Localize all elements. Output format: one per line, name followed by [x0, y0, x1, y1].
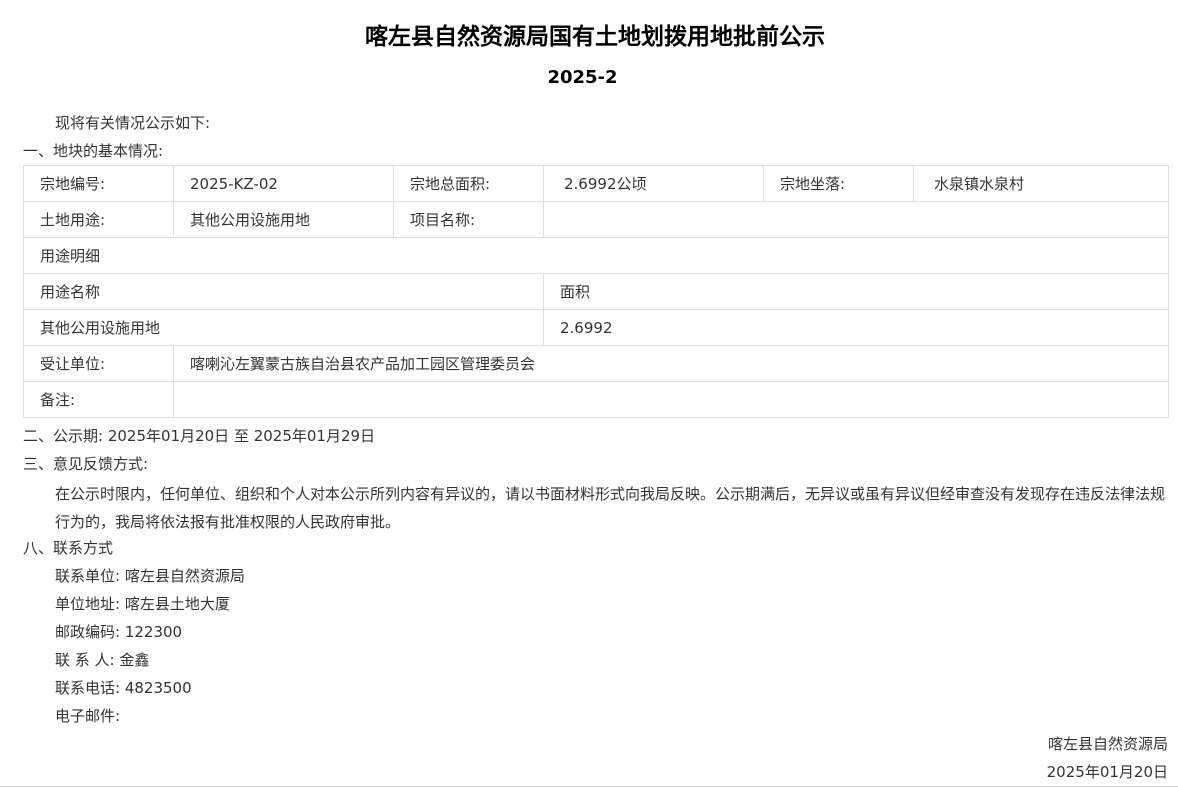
- use-name-value: 其他公用设施用地: [23, 309, 544, 346]
- table-row: 宗地编号: 2025-KZ-02 宗地总面积: 2.6992公顷 宗地坐落: 水…: [23, 165, 1169, 202]
- table-row: 其他公用设施用地 2.6992: [23, 309, 1169, 346]
- bottom-divider: [0, 786, 1178, 787]
- signature-date: 2025年01月20日: [1046, 763, 1168, 781]
- remarks-value: [173, 381, 1169, 418]
- intro-text: 现将有关情况公示如下:: [55, 114, 211, 132]
- use-detail-label: 用途明细: [23, 237, 1169, 274]
- location-value: 水泉镇水泉村: [913, 165, 1169, 202]
- section-8-heading: 八、联系方式: [23, 539, 114, 557]
- contact-person: 联 系 人: 金鑫: [55, 651, 150, 669]
- table-row: 土地用途: 其他公用设施用地 项目名称:: [23, 201, 1169, 238]
- parcel-no-value: 2025-KZ-02: [173, 165, 394, 202]
- section-2-publicity-period: 二、公示期: 2025年01月20日 至 2025年01月29日: [23, 427, 376, 445]
- contact-postcode: 邮政编码: 122300: [55, 623, 183, 641]
- contact-email: 电子邮件:: [55, 707, 121, 725]
- use-name-header: 用途名称: [23, 273, 544, 310]
- total-area-value: 2.6992公顷: [543, 165, 764, 202]
- parcel-no-label: 宗地编号:: [23, 165, 174, 202]
- land-use-value: 其他公用设施用地: [173, 201, 394, 238]
- contact-phone: 联系电话: 4823500: [55, 679, 192, 697]
- project-name-value: [543, 201, 1169, 238]
- table-row: 备注:: [23, 381, 1169, 418]
- grantee-label: 受让单位:: [23, 345, 174, 382]
- section-3-heading: 三、意见反馈方式:: [23, 455, 149, 473]
- total-area-label: 宗地总面积:: [393, 165, 544, 202]
- remarks-label: 备注:: [23, 381, 174, 418]
- notice-number: 2025-2: [547, 67, 618, 88]
- land-use-label: 土地用途:: [23, 201, 174, 238]
- table-row: 受让单位: 喀喇沁左翼蒙古族自治县农产品加工园区管理委员会: [23, 345, 1169, 382]
- area-value: 2.6992: [543, 309, 1169, 346]
- notice-page: 喀左县自然资源局国有土地划拨用地批前公示 2025-2 现将有关情况公示如下: …: [0, 0, 1178, 788]
- section-1-heading: 一、地块的基本情况:: [23, 142, 164, 160]
- table-row: 用途明细: [23, 237, 1169, 274]
- parcel-info-table: 宗地编号: 2025-KZ-02 宗地总面积: 2.6992公顷 宗地坐落: 水…: [23, 165, 1169, 418]
- section-3-body: 在公示时限内，任何单位、组织和个人对本公示所列内容有异议的，请以书面材料形式向我…: [55, 485, 1166, 531]
- location-label: 宗地坐落:: [763, 165, 914, 202]
- table-row: 用途名称 面积: [23, 273, 1169, 310]
- contact-address: 单位地址: 喀左县土地大厦: [55, 595, 230, 613]
- page-title: 喀左县自然资源局国有土地划拨用地批前公示: [365, 24, 825, 50]
- project-name-label: 项目名称:: [393, 201, 544, 238]
- grantee-value: 喀喇沁左翼蒙古族自治县农产品加工园区管理委员会: [173, 345, 1169, 382]
- signature-org: 喀左县自然资源局: [1047, 735, 1168, 753]
- area-header: 面积: [543, 273, 1169, 310]
- contact-unit: 联系单位: 喀左县自然资源局: [55, 567, 245, 585]
